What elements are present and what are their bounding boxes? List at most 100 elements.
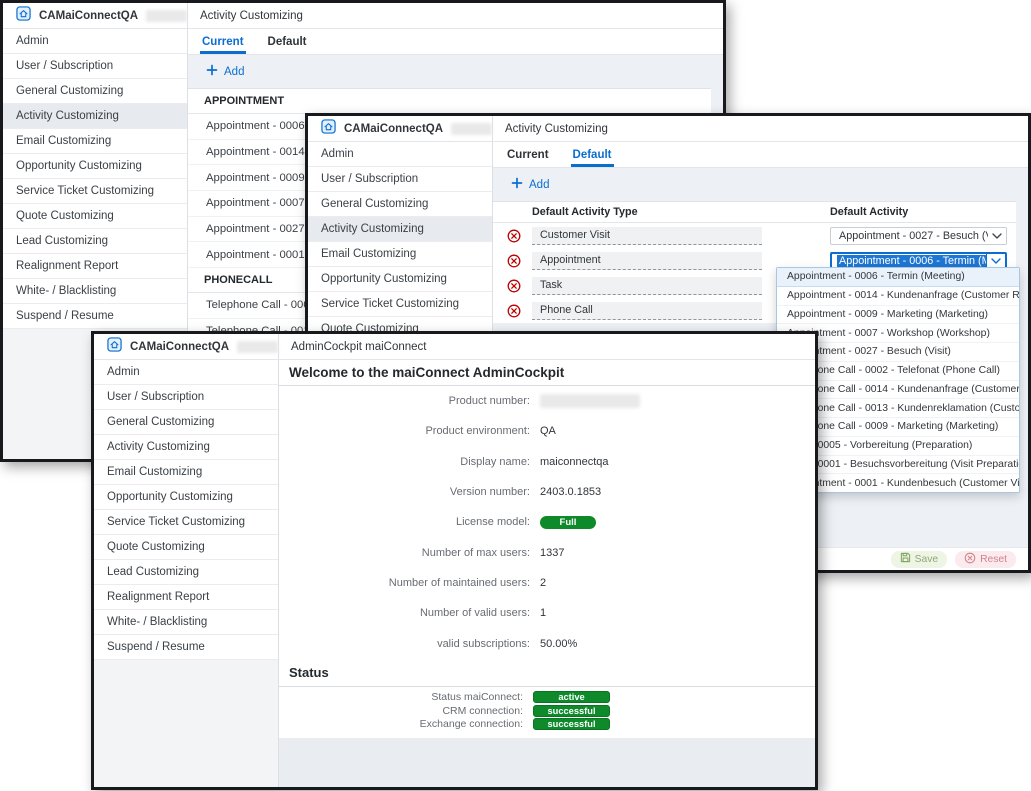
info-row: Number of maintained users: 2 — [279, 568, 815, 598]
sidebar-item-quote-customizing[interactable]: Quote Customizing — [94, 535, 278, 560]
sidebar-item-service-ticket-customizing[interactable]: Service Ticket Customizing — [94, 510, 278, 535]
redacted-account-suffix — [451, 123, 492, 135]
tab-current[interactable]: Current — [200, 29, 246, 54]
product-info-list: Product number:Product environment:QADis… — [279, 386, 815, 659]
add-button[interactable]: Add — [188, 55, 723, 88]
dropdown-option[interactable]: Appointment - 0014 - Kundenanfrage (Cust… — [777, 287, 1019, 306]
sidebar-item-user-subscription[interactable]: User / Subscription — [308, 167, 492, 192]
sidebar-item-email-customizing[interactable]: Email Customizing — [308, 242, 492, 267]
sidebar-item-quote-customizing[interactable]: Quote Customizing — [3, 204, 187, 229]
activity-select[interactable]: Appointment - 0027 - Besuch (Visit) — [830, 227, 1007, 245]
account-header: CAMaiConnectQA — [308, 116, 493, 141]
dropdown-option[interactable]: Appointment - 0009 - Marketing (Marketin… — [777, 306, 1019, 325]
info-label: Number of valid users: — [279, 607, 530, 619]
info-label: License model: — [279, 516, 530, 528]
info-row: Number of valid users:1 — [279, 598, 815, 628]
sidebar-item-general-customizing[interactable]: General Customizing — [3, 79, 187, 104]
status-badge: active — [533, 691, 610, 703]
delete-row-icon[interactable] — [507, 279, 521, 293]
status-badge: successful — [533, 705, 610, 717]
sidebar-item-user-subscription[interactable]: User / Subscription — [94, 385, 278, 410]
account-name: CAMaiConnectQA — [130, 341, 229, 353]
activity-type-input[interactable]: Task — [532, 277, 762, 295]
activity-select-value: Appointment - 0006 - Termin (Meeting) — [832, 255, 986, 267]
reset-button-label: Reset — [980, 554, 1007, 565]
plus-icon — [511, 177, 523, 192]
redacted-value — [540, 394, 640, 408]
info-value: 1337 — [540, 547, 564, 559]
delete-row-icon[interactable] — [507, 254, 521, 268]
sidebar-item-opportunity-customizing[interactable]: Opportunity Customizing — [3, 154, 187, 179]
tab-default[interactable]: Default — [266, 29, 309, 54]
redacted-account-suffix — [237, 341, 278, 353]
sidebar-item-opportunity-customizing[interactable]: Opportunity Customizing — [94, 485, 278, 510]
sidebar-item-general-customizing[interactable]: General Customizing — [94, 410, 278, 435]
delete-row-icon[interactable] — [507, 229, 521, 243]
content-empty-area — [279, 738, 815, 787]
activity-type-input[interactable]: Appointment — [532, 252, 762, 270]
redacted-account-suffix — [146, 10, 187, 22]
sidebar-item-white-blacklisting[interactable]: White- / Blacklisting — [94, 610, 278, 635]
sidebar-item-activity-customizing[interactable]: Activity Customizing — [3, 104, 187, 129]
desktop: CAMaiConnectQA Activity Customizing Admi… — [0, 0, 1031, 791]
info-row: Number of max users:1337 — [279, 537, 815, 567]
column-header-type: Default Activity Type — [532, 206, 638, 218]
sidebar: AdminUser / SubscriptionGeneral Customiz… — [94, 360, 279, 787]
page-title: Activity Customizing — [200, 10, 303, 22]
sidebar-item-opportunity-customizing[interactable]: Opportunity Customizing — [308, 267, 492, 292]
save-icon — [900, 552, 911, 566]
info-value: 50.00% — [540, 638, 577, 650]
home-icon[interactable] — [107, 337, 122, 357]
sidebar-item-admin[interactable]: Admin — [308, 142, 492, 167]
info-label: Number of maintained users: — [279, 577, 530, 589]
sidebar-item-general-customizing[interactable]: General Customizing — [308, 192, 492, 217]
sidebar-item-user-subscription[interactable]: User / Subscription — [3, 54, 187, 79]
activity-type-input[interactable]: Phone Call — [532, 302, 762, 320]
tab-current[interactable]: Current — [505, 142, 551, 167]
activity-type-input[interactable]: Customer Visit — [532, 227, 762, 245]
chevron-down-icon — [986, 254, 1005, 268]
status-row: Exchange connection:successful — [279, 717, 815, 730]
add-button[interactable]: Add — [493, 168, 1028, 201]
sidebar-item-lead-customizing[interactable]: Lead Customizing — [3, 229, 187, 254]
sidebar-item-white-blacklisting[interactable]: White- / Blacklisting — [3, 279, 187, 304]
info-label: Display name: — [279, 456, 530, 468]
activity-select-value: Appointment - 0027 - Besuch (Visit) — [831, 230, 988, 242]
account-header: CAMaiConnectQA — [3, 3, 188, 28]
table-row: Customer Visit Appointment - 0027 - Besuc… — [493, 223, 1016, 248]
sidebar-item-admin[interactable]: Admin — [3, 29, 187, 54]
home-icon[interactable] — [16, 6, 31, 26]
delete-row-icon[interactable] — [507, 304, 521, 318]
sidebar-item-suspend-resume[interactable]: Suspend / Resume — [94, 635, 278, 660]
tab-default[interactable]: Default — [571, 142, 614, 167]
sidebar-item-realignment-report[interactable]: Realignment Report — [3, 254, 187, 279]
sidebar-item-realignment-report[interactable]: Realignment Report — [94, 585, 278, 610]
info-row: Display name:maiconnectqa — [279, 447, 815, 477]
info-value: 2 — [540, 577, 546, 589]
sidebar-item-email-customizing[interactable]: Email Customizing — [3, 129, 187, 154]
sidebar-item-service-ticket-customizing[interactable]: Service Ticket Customizing — [3, 179, 187, 204]
status-heading: Status — [289, 665, 329, 680]
sidebar-item-activity-customizing[interactable]: Activity Customizing — [308, 217, 492, 242]
sidebar-item-email-customizing[interactable]: Email Customizing — [94, 460, 278, 485]
sidebar-item-admin[interactable]: Admin — [94, 360, 278, 385]
info-value: QA — [540, 425, 556, 437]
reset-button[interactable]: Reset — [955, 551, 1016, 568]
page-title: Activity Customizing — [505, 123, 608, 135]
column-header-activity: Default Activity — [830, 206, 908, 218]
table-header: Default Activity Type Default Activity — [493, 202, 1016, 223]
status-label: Exchange connection: — [279, 718, 523, 730]
sidebar-item-activity-customizing[interactable]: Activity Customizing — [94, 435, 278, 460]
window-admincockpit: CAMaiConnectQA AdminCockpit maiConnect A… — [91, 331, 818, 790]
save-button[interactable]: Save — [891, 551, 947, 568]
info-row: Product number: — [279, 386, 815, 416]
home-icon[interactable] — [321, 119, 336, 139]
status-label: CRM connection: — [279, 705, 523, 717]
add-button-label: Add — [224, 66, 244, 78]
save-button-label: Save — [915, 554, 938, 565]
info-row: valid subscriptions:50.00% — [279, 628, 815, 658]
dropdown-option[interactable]: Appointment - 0006 - Termin (Meeting) — [777, 268, 1019, 287]
sidebar-item-suspend-resume[interactable]: Suspend / Resume — [3, 304, 187, 329]
sidebar-item-lead-customizing[interactable]: Lead Customizing — [94, 560, 278, 585]
sidebar-item-service-ticket-customizing[interactable]: Service Ticket Customizing — [308, 292, 492, 317]
